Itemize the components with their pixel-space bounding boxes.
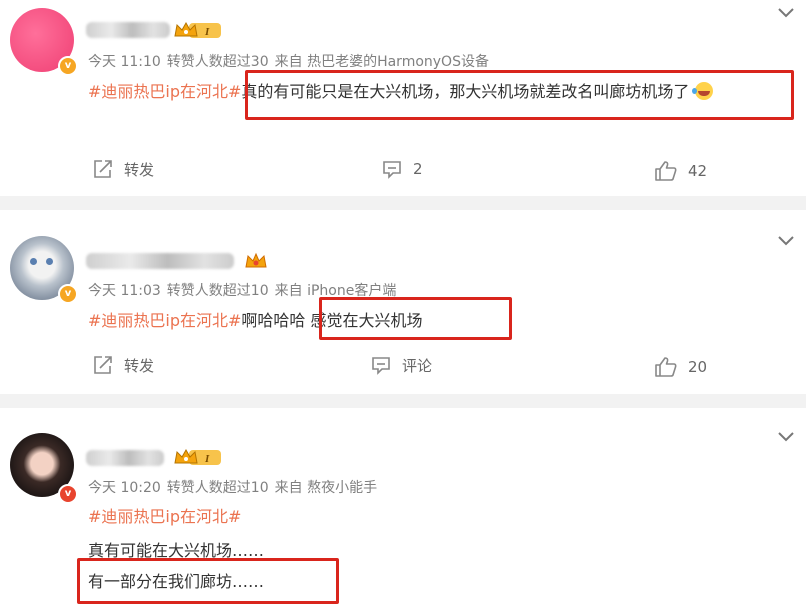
member-crown-icon: I — [174, 448, 221, 465]
member-crown-icon: I — [174, 21, 221, 38]
thumbs-up-icon — [655, 357, 677, 377]
comment-label: 评论 — [402, 356, 433, 375]
repost-icon — [94, 160, 112, 178]
post-source: 来自 熬夜小能手 — [274, 480, 378, 496]
like-count: 20 — [688, 358, 708, 376]
post-meta: 今天 10:20 转赞人数超过10 来自 熬夜小能手 — [88, 477, 383, 497]
verified-icon: v — [58, 484, 78, 504]
member-level-label: I — [204, 26, 210, 38]
thumbs-up-icon — [655, 161, 677, 181]
comment-button[interactable]: 2 — [381, 158, 423, 180]
like-count: 42 — [688, 162, 708, 180]
post-3: v I 今天 10:20 转赞人数超过10 来自 熬夜小能手 #迪丽热巴ip在河北#… — [0, 408, 806, 604]
topic-link[interactable]: #迪丽热巴ip在河北# — [88, 311, 241, 330]
verified-icon: v — [58, 56, 78, 76]
comment-count: 2 — [413, 160, 423, 178]
highlight-box — [319, 297, 512, 340]
like-button[interactable]: 20 — [654, 356, 707, 378]
username[interactable] — [86, 450, 164, 466]
post-time[interactable]: 今天 11:10 — [88, 54, 161, 70]
separator — [0, 394, 806, 408]
topic-link[interactable]: #迪丽热巴ip在河北# — [88, 507, 241, 526]
separator — [0, 196, 806, 210]
username[interactable] — [86, 253, 234, 269]
post-2: v 今天 11:03 转赞人数超过10 来自 iPhone客户端 #迪丽热巴ip在河… — [0, 210, 806, 394]
highlight-box — [77, 558, 339, 604]
post-text: 啊哈哈哈 — [241, 311, 306, 330]
member-crown-icon — [245, 252, 267, 268]
username[interactable] — [86, 22, 170, 38]
chevron-down-icon[interactable] — [776, 430, 796, 444]
repost-button[interactable]: 转发 — [92, 158, 154, 180]
comment-icon — [372, 357, 390, 375]
repost-label: 转发 — [124, 160, 155, 179]
highlight-box — [245, 70, 794, 120]
chevron-down-icon[interactable] — [776, 234, 796, 248]
post-time[interactable]: 今天 11:03 — [88, 283, 161, 299]
repost-label: 转发 — [124, 356, 155, 375]
like-button[interactable]: 42 — [654, 160, 707, 182]
repost-count: 转赞人数超过10 — [166, 480, 269, 496]
repost-button[interactable]: 转发 — [92, 354, 154, 376]
comment-button[interactable]: 评论 — [370, 354, 432, 376]
topic-line: #迪丽热巴ip在河北# — [88, 503, 241, 527]
post-meta: 今天 11:10 转赞人数超过30 来自 热巴老婆的HarmonyOS设备 — [88, 51, 495, 71]
post-1: v I 今天 11:10 转赞人数超过30 来自 热巴老婆的HarmonyOS设备 … — [0, 0, 806, 196]
verified-icon: v — [58, 284, 78, 304]
comment-icon — [383, 161, 401, 179]
chevron-down-icon[interactable] — [776, 6, 796, 20]
repost-count: 转赞人数超过10 — [166, 283, 269, 299]
member-level-label: I — [204, 453, 210, 465]
repost-icon — [94, 356, 112, 374]
topic-link[interactable]: #迪丽热巴ip在河北# — [88, 82, 241, 101]
post-source: 来自 热巴老婆的HarmonyOS设备 — [274, 54, 489, 70]
post-time[interactable]: 今天 10:20 — [88, 480, 161, 496]
repost-count: 转赞人数超过30 — [166, 54, 269, 70]
